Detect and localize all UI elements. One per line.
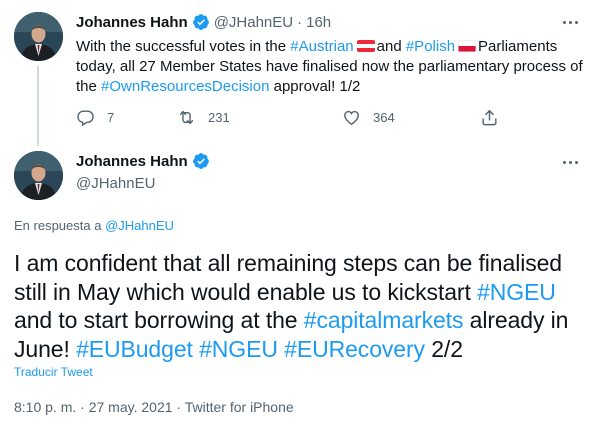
share-icon (482, 110, 497, 126)
hashtag-polish[interactable]: #Polish (406, 38, 455, 55)
text-segment: approval! 1/2 (269, 78, 361, 95)
reply-button[interactable]: 7 (76, 108, 114, 127)
meta-separator: · (172, 399, 185, 415)
tweet-date[interactable]: 27 may. 2021 (89, 399, 173, 415)
hashtag-austrian[interactable]: #Austrian (290, 38, 353, 55)
separator: · (297, 13, 303, 31)
author-handle[interactable]: @JHahnEU (214, 14, 293, 31)
hashtag-eurecovery[interactable]: #EURecovery (284, 336, 425, 362)
hashtag-ngeu[interactable]: #NGEU (199, 336, 278, 362)
retweet-count: 231 (208, 110, 230, 125)
hashtag-capitalmarkets[interactable]: #capitalmarkets (304, 307, 464, 333)
tweet-source[interactable]: Twitter for iPhone (185, 399, 294, 415)
like-icon (344, 110, 359, 126)
text-segment: 2/2 (424, 335, 463, 362)
tweet-1-header: Johannes Hahn @JHahnEU · 16h (76, 13, 331, 31)
text-segment: and to start borrowing at the (14, 307, 304, 333)
like-button[interactable]: 364 (342, 108, 395, 127)
tweet-1-actions: 7 231 364 (76, 108, 506, 130)
tweet-2-text: I am confident that all remaining steps … (14, 249, 589, 363)
tweet-time[interactable]: 16h (306, 14, 331, 31)
translate-tweet-link[interactable]: Traducir Tweet (14, 365, 93, 379)
tweet-1-text: With the successful votes in the #Austri… (76, 37, 586, 97)
tweet-2-meta: 8:10 p. m. · 27 may. 2021 · Twitter for … (14, 399, 294, 415)
reply-icon (77, 110, 94, 127)
meta-separator: · (76, 399, 89, 415)
hashtag-eubudget[interactable]: #EUBudget (76, 336, 193, 362)
author-handle[interactable]: @JHahnEU (76, 175, 210, 192)
retweet-button[interactable]: 231 (177, 108, 230, 127)
avatar[interactable] (14, 151, 63, 200)
hashtag-ngeu[interactable]: #NGEU (477, 279, 556, 305)
avatar[interactable] (14, 12, 63, 61)
tweet-timestamp[interactable]: 8:10 p. m. (14, 399, 76, 415)
retweet-icon (179, 110, 194, 125)
poland-flag-icon (458, 40, 477, 52)
reply-count: 7 (107, 110, 115, 125)
more-icon[interactable] (560, 152, 580, 172)
austria-flag-icon (356, 40, 375, 52)
verified-badge-icon (192, 14, 209, 30)
avatar-image (14, 12, 63, 61)
avatar-image (14, 151, 63, 200)
author-name[interactable]: Johannes Hahn (76, 153, 188, 170)
author-name[interactable]: Johannes Hahn (76, 14, 188, 31)
verified-badge-icon (192, 153, 209, 169)
tweet-2-author: Johannes Hahn @JHahnEU (76, 152, 210, 192)
share-button[interactable] (480, 108, 511, 127)
reply-context: En respuesta a @JHahnEU (14, 218, 174, 233)
reply-prefix: En respuesta a (14, 218, 106, 233)
like-count: 364 (373, 110, 395, 125)
hashtag-ownresourcesdecision[interactable]: #OwnResourcesDecision (101, 78, 269, 95)
more-icon[interactable] (560, 12, 580, 32)
tweet-1[interactable]: Johannes Hahn @JHahnEU · 16h With the su… (0, 0, 596, 146)
text-segment: and (376, 38, 406, 55)
text-segment: With the successful votes in the (76, 38, 291, 55)
thread-line (37, 66, 39, 146)
reply-to-handle[interactable]: @JHahnEU (105, 218, 174, 233)
